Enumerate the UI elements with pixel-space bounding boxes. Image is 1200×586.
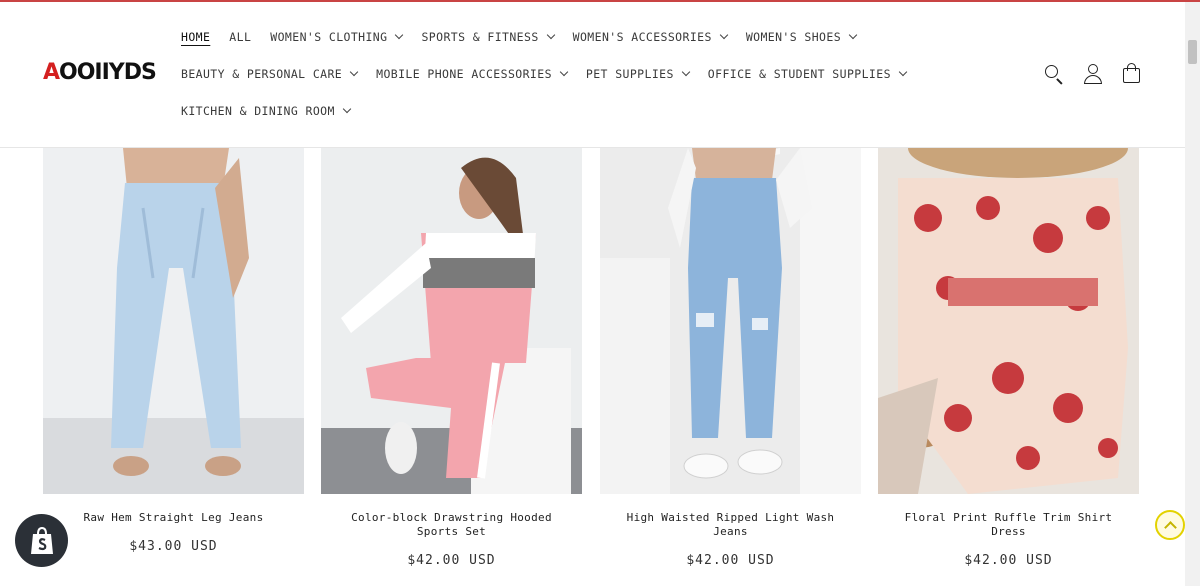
shopify-bag-icon[interactable] <box>15 514 68 567</box>
product-title[interactable]: High Waisted Ripped Light Wash Jeans <box>600 511 861 539</box>
chevron-down-icon <box>681 67 691 77</box>
nav-item-office-student-supplies[interactable]: OFFICE & STUDENT SUPPLIES <box>708 65 908 83</box>
account-icon[interactable] <box>1082 63 1104 85</box>
product-image[interactable] <box>878 148 1139 494</box>
header-icons <box>1043 63 1160 85</box>
product-card[interactable]: Floral Print Ruffle Trim Shirt Dress $42… <box>878 148 1139 568</box>
chevron-down-icon <box>349 67 359 77</box>
scrollbar-thumb[interactable] <box>1188 40 1197 64</box>
nav-row-1: HOME ALL WOMEN'S CLOTHING SPORTS & FITNE… <box>181 28 875 46</box>
product-image[interactable] <box>321 148 582 494</box>
product-image[interactable] <box>43 148 304 494</box>
nav-item-womens-clothing[interactable]: WOMEN'S CLOTHING <box>270 28 404 46</box>
nav-item-sports-fitness[interactable]: SPORTS & FITNESS <box>421 28 555 46</box>
product-title[interactable]: Raw Hem Straight Leg Jeans <box>43 511 304 525</box>
cart-icon[interactable] <box>1121 63 1143 85</box>
nav-item-womens-accessories[interactable]: WOMEN'S ACCESSORIES <box>573 28 729 46</box>
product-price: $43.00 USD <box>129 539 218 554</box>
nav-item-pet-supplies[interactable]: PET SUPPLIES <box>586 65 691 83</box>
nav-item-beauty-personal-care[interactable]: BEAUTY & PERSONAL CARE <box>181 65 359 83</box>
chevron-down-icon <box>559 67 569 77</box>
product-price: $42.00 USD <box>964 553 1053 568</box>
chevron-down-icon <box>719 30 729 40</box>
page-scrollbar[interactable] <box>1185 2 1200 586</box>
nav-row-2: BEAUTY & PERSONAL CARE MOBILE PHONE ACCE… <box>181 65 925 83</box>
site-header: AOOIIYDS HOME ALL WOMEN'S CLOTHING SPORT… <box>0 2 1185 148</box>
chevron-down-icon <box>848 30 858 40</box>
chevron-down-icon <box>395 30 404 40</box>
product-card[interactable]: Color-block Drawstring Hooded Sports Set… <box>321 148 582 568</box>
product-price: $42.00 USD <box>686 553 775 568</box>
chevron-down-icon <box>898 67 908 77</box>
product-title[interactable]: Color-block Drawstring Hooded Sports Set <box>321 511 582 539</box>
nav-item-mobile-phone-accessories[interactable]: MOBILE PHONE ACCESSORIES <box>376 65 569 83</box>
product-card[interactable]: High Waisted Ripped Light Wash Jeans $42… <box>600 148 861 568</box>
nav-item-kitchen-dining-room[interactable]: KITCHEN & DINING ROOM <box>181 102 352 120</box>
nav-item-all[interactable]: ALL <box>229 28 251 46</box>
nav-row-3: KITCHEN & DINING ROOM <box>181 102 369 120</box>
chevron-down-icon <box>546 30 555 40</box>
scroll-to-top-button[interactable] <box>1155 510 1185 540</box>
nav-item-home[interactable]: HOME <box>181 28 210 46</box>
chevron-up-icon <box>1164 521 1177 534</box>
search-icon[interactable] <box>1043 63 1065 85</box>
product-card[interactable]: Raw Hem Straight Leg Jeans $43.00 USD <box>43 148 304 554</box>
nav-item-womens-shoes[interactable]: WOMEN'S SHOES <box>746 28 858 46</box>
product-title[interactable]: Floral Print Ruffle Trim Shirt Dress <box>878 511 1139 539</box>
chevron-down-icon <box>342 104 352 114</box>
site-logo[interactable]: AOOIIYDS <box>43 60 157 85</box>
product-image[interactable] <box>600 148 861 494</box>
product-price: $42.00 USD <box>407 553 496 568</box>
